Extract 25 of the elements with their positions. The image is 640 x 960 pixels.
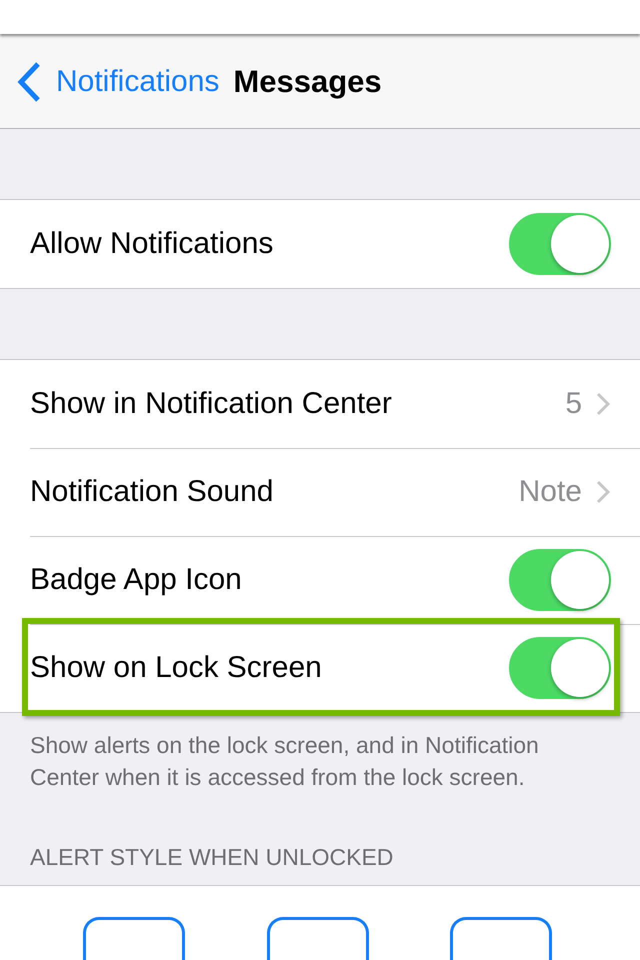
footer-note: Show alerts on the lock screen, and in Notification Center when it is accessed from the lock screen. <box>29 731 540 792</box>
row-label: Show in Notification Center <box>30 387 393 421</box>
back-button[interactable]: Notifications <box>16 61 220 103</box>
row-label: Show on Lock Screen <box>30 651 323 685</box>
settings-row[interactable]: Notification Sound Note <box>0 448 640 536</box>
settings-row[interactable]: Show on Lock Screen <box>0 624 640 712</box>
back-chevron-icon <box>16 61 42 103</box>
screen-title: Messages <box>233 64 382 100</box>
settings-row[interactable]: Allow Notifications <box>0 200 640 288</box>
chevron-icon <box>596 480 610 504</box>
row-value: Note <box>518 475 582 509</box>
alert-style-option[interactable] <box>450 917 552 960</box>
row-label: Allow Notifications <box>30 227 274 261</box>
alert-style-option[interactable] <box>267 917 369 960</box>
section-header: ALERT STYLE WHEN UNLOCKED <box>29 843 394 872</box>
toggle-switch[interactable] <box>509 637 611 699</box>
row-label: Badge App Icon <box>30 563 243 597</box>
settings-row[interactable]: Badge App Icon <box>0 536 640 624</box>
chevron-icon <box>596 392 610 416</box>
row-value: 5 <box>565 387 582 421</box>
row-label: Notification Sound <box>30 475 274 509</box>
settings-row[interactable]: Show in Notification Center 5 <box>0 360 640 448</box>
toggle-switch[interactable] <box>509 549 611 611</box>
toggle-switch[interactable] <box>509 213 611 275</box>
alert-style-option[interactable] <box>83 917 185 960</box>
